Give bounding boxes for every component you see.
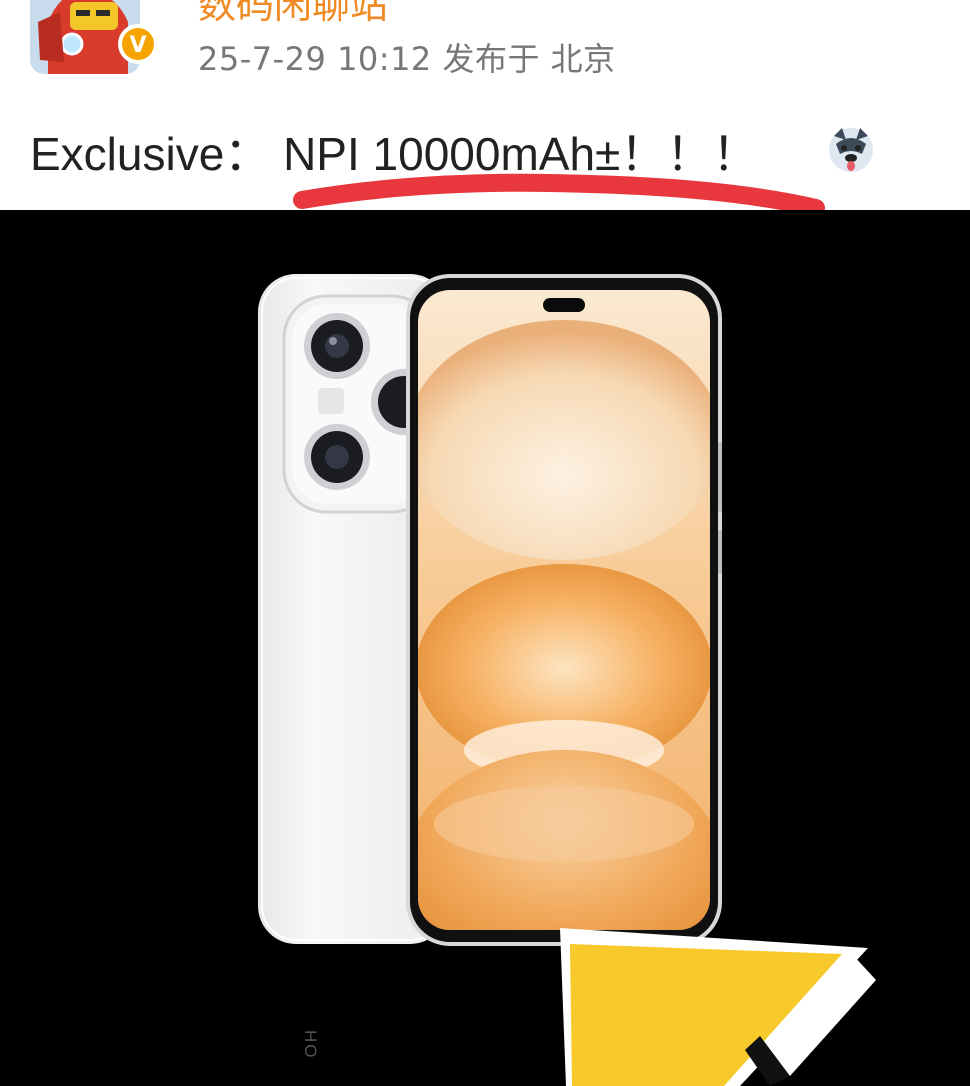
post-meta: 25-7-29 10:12 发布于 北京 xyxy=(198,40,616,78)
brand-logo-text: HO xyxy=(301,1030,320,1060)
post-image[interactable]: HO xyxy=(0,210,970,1086)
husky-emoji-icon xyxy=(829,128,873,172)
username[interactable]: 数码闲聊站 xyxy=(198,0,388,29)
avatar[interactable]: V xyxy=(30,0,160,80)
phone-render-image xyxy=(258,274,876,1086)
post-header: V 数码闲聊站 25-7-29 10:12 发布于 北京 Exclusive： … xyxy=(0,0,970,217)
svg-text:V: V xyxy=(129,33,146,58)
